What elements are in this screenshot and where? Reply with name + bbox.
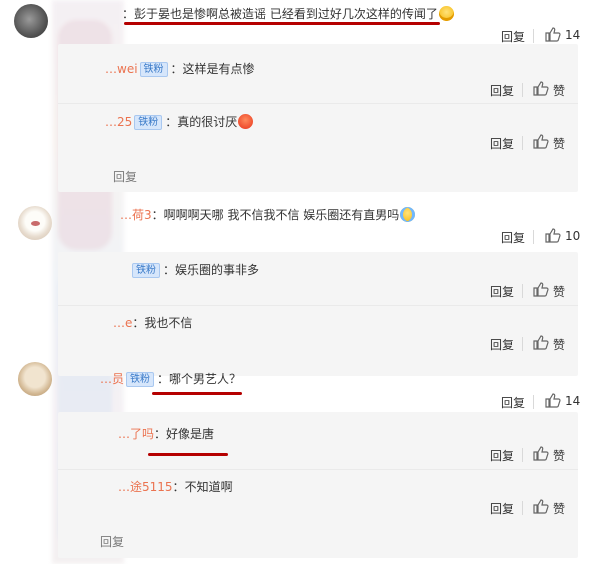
reply-divider	[58, 469, 578, 470]
like-icon[interactable]	[533, 81, 549, 96]
reply-button[interactable]: 回复	[501, 28, 525, 45]
action-divider	[522, 136, 523, 150]
fan-badge: 铁粉	[139, 62, 168, 77]
reply-username[interactable]: …途5115	[118, 480, 173, 494]
more-replies-link[interactable]: 回复	[113, 168, 137, 185]
comment-username[interactable]: …荷3	[120, 208, 152, 222]
comment-body: 彭于晏也是惨啊总被造谣 已经看到过好几次这样的传闻了	[134, 7, 438, 21]
reply-username[interactable]: …了吗	[118, 427, 154, 441]
fan-badge: 铁粉	[132, 263, 160, 278]
reply-body: 这样是有点惨	[182, 62, 255, 76]
commenter-avatar[interactable]	[18, 206, 52, 240]
reply-username[interactable]: …e	[113, 316, 132, 330]
reply-button[interactable]: 回复	[490, 135, 514, 152]
like-count: 14	[565, 394, 581, 408]
reply-button[interactable]: 回复	[490, 283, 514, 300]
reply-body: 我也不信	[144, 316, 193, 330]
like-icon[interactable]	[533, 282, 549, 297]
like-count: 14	[565, 28, 581, 42]
action-divider	[533, 230, 534, 244]
crying-emoji-icon	[400, 207, 416, 222]
reply-body: 娱乐圈的事非多	[175, 263, 260, 277]
like-icon[interactable]	[545, 228, 561, 243]
like-button-label[interactable]: 赞	[553, 82, 565, 99]
reply-button[interactable]: 回复	[501, 229, 525, 246]
reply-button[interactable]: 回复	[490, 82, 514, 99]
fan-badge: 铁粉	[134, 115, 163, 130]
annotation-underline	[124, 22, 440, 25]
reply-button[interactable]: 回复	[490, 500, 514, 517]
reply-text: …途5115：不知道啊	[118, 478, 233, 495]
reply-divider	[58, 103, 578, 104]
reply-separator: ：	[170, 62, 183, 76]
action-divider	[522, 337, 523, 351]
reply-button[interactable]: 回复	[490, 447, 514, 464]
commenter-avatar[interactable]	[14, 4, 48, 38]
reply-username[interactable]: …wei	[105, 62, 138, 76]
reply-separator: ：	[163, 263, 176, 277]
reply-separator: ：	[172, 480, 185, 494]
angry-emoji-icon	[238, 114, 254, 129]
comment-text: ：彭于晏也是惨啊总被造谣 已经看到过好几次这样的传闻了	[122, 5, 454, 22]
action-divider	[522, 284, 523, 298]
reply-text: …25 铁粉 ：真的很讨厌	[105, 113, 254, 130]
action-divider	[533, 29, 534, 43]
like-icon[interactable]	[533, 134, 549, 149]
reply-text: …wei 铁粉 ：这样是有点惨	[105, 60, 255, 77]
laugh-cry-emoji-icon	[438, 6, 454, 21]
comment-username[interactable]: …员	[100, 372, 124, 386]
reply-text: …了吗：好像是唐	[118, 425, 214, 442]
reply-separator: ：	[165, 115, 178, 129]
reply-separator: ：	[132, 316, 145, 330]
comment-body: 哪个男艺人？	[169, 372, 242, 386]
comment-text: …员 铁粉 ：哪个男艺人？	[100, 370, 241, 387]
fan-badge: 铁粉	[126, 372, 155, 387]
like-icon[interactable]	[533, 335, 549, 350]
reply-divider	[58, 305, 578, 306]
like-icon[interactable]	[545, 27, 561, 42]
like-button-label[interactable]: 赞	[553, 283, 565, 300]
action-divider	[522, 448, 523, 462]
reply-body: 不知道啊	[184, 480, 233, 494]
like-icon[interactable]	[533, 446, 549, 461]
reply-username[interactable]: …25	[105, 115, 132, 129]
comment-text: …荷3：啊啊啊天哪 我不信我不信 娱乐圈还有直男吗	[120, 206, 416, 223]
comment-separator: ：	[151, 208, 164, 222]
reply-separator: ：	[154, 427, 167, 441]
like-button-label[interactable]: 赞	[553, 500, 565, 517]
reply-body: 好像是唐	[166, 427, 215, 441]
like-button-label[interactable]: 赞	[553, 135, 565, 152]
reply-button[interactable]: 回复	[490, 336, 514, 353]
like-icon[interactable]	[545, 393, 561, 408]
comment-separator: ：	[122, 7, 135, 21]
commenter-avatar[interactable]	[18, 362, 52, 396]
comment-body: 啊啊啊天哪 我不信我不信 娱乐圈还有直男吗	[163, 208, 400, 222]
action-divider	[522, 501, 523, 515]
reply-text: 铁粉 ：娱乐圈的事非多	[130, 261, 259, 278]
comment-separator: ：	[157, 372, 170, 386]
more-replies-link[interactable]: 回复	[100, 533, 124, 550]
like-button-label[interactable]: 赞	[553, 336, 565, 353]
like-button-label[interactable]: 赞	[553, 447, 565, 464]
action-divider	[533, 395, 534, 409]
reply-text: …e：我也不信	[113, 314, 192, 331]
like-count: 10	[565, 229, 581, 243]
reply-body: 真的很讨厌	[177, 115, 238, 129]
annotation-underline	[152, 392, 242, 395]
like-icon[interactable]	[533, 499, 549, 514]
action-divider	[522, 83, 523, 97]
reply-button[interactable]: 回复	[501, 394, 525, 411]
annotation-underline	[148, 453, 228, 456]
